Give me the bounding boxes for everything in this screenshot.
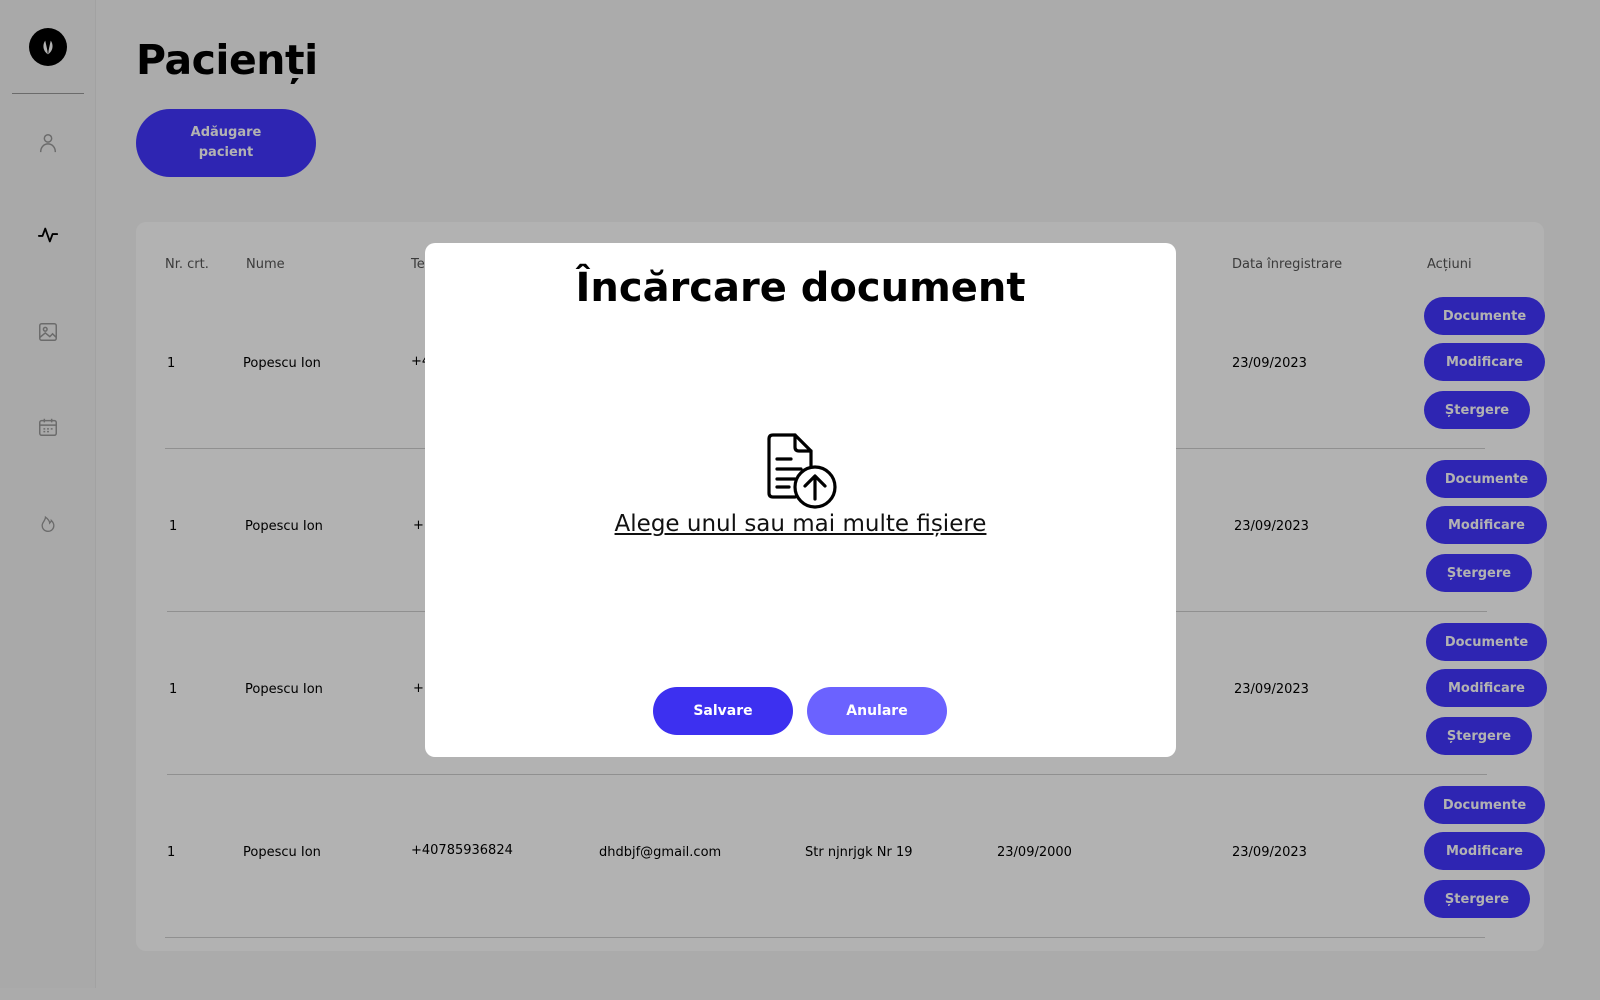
- choose-files-link[interactable]: Alege unul sau mai multe fișiere: [425, 511, 1176, 537]
- modal-overlay[interactable]: Încărcare document Alege unul sau mai mu…: [0, 0, 1600, 1000]
- modal-title: Încărcare document: [575, 265, 1026, 311]
- file-upload-icon[interactable]: [763, 431, 837, 511]
- save-button[interactable]: Salvare: [653, 687, 793, 735]
- upload-document-dialog: Încărcare document Alege unul sau mai mu…: [425, 243, 1176, 757]
- cancel-button[interactable]: Anulare: [807, 687, 947, 735]
